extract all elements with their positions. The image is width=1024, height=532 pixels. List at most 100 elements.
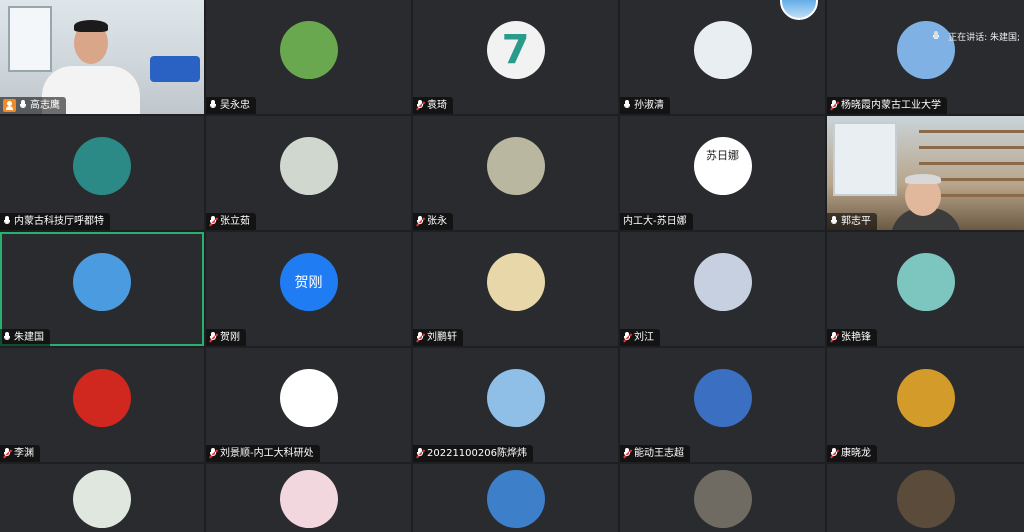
- participant-name: 张永: [427, 216, 447, 227]
- participant-name: 袁琦: [427, 100, 447, 111]
- participant-tile[interactable]: [827, 464, 1024, 532]
- sculpture-avatar: [486, 137, 545, 196]
- number-seven-avatar: 7: [486, 21, 545, 80]
- participant-tile[interactable]: 张立茹: [206, 116, 411, 230]
- microphone-muted-icon: [209, 332, 218, 343]
- participant-name-label: 能动王志超: [620, 445, 690, 462]
- participant-name: 吴永忠: [220, 100, 250, 111]
- microphone-muted-icon: [3, 448, 12, 459]
- participant-name-label: 张艳锋: [827, 329, 877, 346]
- participant-name: 孙淑清: [634, 100, 664, 111]
- bookshelf-board: [919, 130, 1024, 133]
- window: [833, 122, 897, 196]
- participant-tile[interactable]: 高志鹰: [0, 0, 204, 114]
- microphone-muted-icon: [623, 448, 632, 459]
- microphone-muted-icon: [209, 448, 218, 459]
- university-seal-avatar: [279, 369, 338, 428]
- grassland-avatar: [279, 21, 338, 80]
- bookshelf-board: [919, 162, 1024, 165]
- participant-name: 康晓龙: [841, 448, 871, 459]
- participant-name-label: 郭志平: [827, 213, 877, 230]
- pikachu-avatar: [486, 253, 545, 312]
- participant-tile[interactable]: 贺刚 贺刚: [206, 232, 411, 346]
- participant-name: 张艳锋: [841, 332, 871, 343]
- participant-tile[interactable]: 7 袁琦: [413, 0, 618, 114]
- microphone-muted-icon: [623, 332, 632, 343]
- participant-name-label: 杨晓霞内蒙古工业大学: [827, 97, 947, 114]
- sofa: [150, 56, 200, 82]
- microphone-icon: [623, 100, 631, 111]
- participant-tile[interactable]: 20221100206陈烨炜: [413, 348, 618, 462]
- speaking-label: 正在讲话: 朱建国;: [948, 33, 1020, 43]
- microphone-muted-icon: [830, 448, 839, 459]
- participant-tile[interactable]: 刘鹏轩: [413, 232, 618, 346]
- participant-name-label: 吴永忠: [206, 97, 256, 114]
- person-hair: [74, 20, 108, 32]
- text-avatar-avatar: 贺刚: [279, 253, 338, 312]
- microphone-muted-icon: [416, 332, 425, 343]
- participant-tile[interactable]: 刘江: [620, 232, 825, 346]
- participant-name-label: 内蒙古科技厅呼都特: [0, 213, 110, 230]
- speaking-indicator: 正在讲话: 朱建国;: [932, 30, 1020, 43]
- participant-tile[interactable]: 李渊: [0, 348, 204, 462]
- participant-name-label: 张永: [413, 213, 453, 230]
- participant-tile[interactable]: 内蒙古科技厅呼都特: [0, 116, 204, 230]
- participant-tile[interactable]: [206, 464, 411, 532]
- participant-name: 朱建国: [14, 332, 44, 343]
- participant-name-label: 刘鹏轩: [413, 329, 463, 346]
- microphone-icon: [3, 332, 11, 343]
- participant-name-label: 高志鹰: [0, 97, 66, 114]
- boy-cartoon-avatar: [486, 369, 545, 428]
- participant-tile[interactable]: 张永: [413, 116, 618, 230]
- participant-tile[interactable]: 苏日娜 内工大-苏日娜: [620, 116, 825, 230]
- microphone-muted-icon: [830, 332, 839, 343]
- participant-tile[interactable]: 康晓龙: [827, 348, 1024, 462]
- line-girl-avatar: [73, 470, 131, 529]
- participant-name: 张立茹: [220, 216, 250, 227]
- participant-name-label: 内工大-苏日娜: [620, 213, 693, 230]
- participant-tile[interactable]: 张艳锋: [827, 232, 1024, 346]
- participant-tile[interactable]: 刘景顺-内工大科研处: [206, 348, 411, 462]
- participant-name-label: 孙淑清: [620, 97, 670, 114]
- microphone-icon: [932, 31, 940, 42]
- microphone-icon: [19, 100, 27, 111]
- participant-tile[interactable]: 朱建国: [0, 232, 204, 346]
- participant-grid: 高志鹰 吴永忠 7 袁琦 孙淑清 杨晓霞内蒙古工业大学内蒙古科技厅呼都特 张立茹 张永 苏日娜内…: [0, 0, 1024, 532]
- participant-name: 刘鹏轩: [427, 332, 457, 343]
- autumn-trees-avatar: [896, 369, 955, 428]
- boat-avatar: [896, 253, 955, 312]
- smiling-man-avatar: [896, 470, 955, 529]
- participant-name: 内工大-苏日娜: [623, 216, 687, 227]
- host-icon: [3, 99, 16, 112]
- participant-name-label: 刘江: [620, 329, 660, 346]
- participant-tile[interactable]: [620, 464, 825, 532]
- participant-name: 能动王志超: [634, 448, 684, 459]
- family-photo-avatar: [693, 253, 752, 312]
- blossom-avatar: [693, 21, 752, 80]
- participant-name: 贺刚: [220, 332, 240, 343]
- participant-tile[interactable]: 杨晓霞内蒙古工业大学: [827, 0, 1024, 114]
- participant-tile[interactable]: [0, 464, 204, 532]
- microphone-muted-icon: [830, 100, 839, 111]
- participant-name: 20221100206陈烨炜: [427, 448, 527, 459]
- participant-name-label: 贺刚: [206, 329, 246, 346]
- microphone-icon: [830, 216, 838, 227]
- window: [8, 6, 52, 72]
- lake-avatar: [73, 253, 131, 312]
- opera-cartoon-avatar: [73, 369, 131, 428]
- anime-girl-avatar: [279, 470, 338, 529]
- microphone-muted-icon: [209, 216, 218, 227]
- participant-name-label: 康晓龙: [827, 445, 877, 462]
- participant-name: 郭志平: [841, 216, 871, 227]
- bookshelf-board: [919, 146, 1024, 149]
- participant-name-label: 朱建国: [0, 329, 50, 346]
- participant-tile[interactable]: [413, 464, 618, 532]
- participant-name-label: 李渊: [0, 445, 40, 462]
- participant-tile[interactable]: 吴永忠: [206, 0, 411, 114]
- participant-name: 刘景顺-内工大科研处: [220, 448, 314, 459]
- participant-name: 高志鹰: [30, 100, 60, 111]
- blue-sphere-avatar: [693, 369, 752, 428]
- microphone-icon: [209, 100, 217, 111]
- participant-tile[interactable]: 能动王志超: [620, 348, 825, 462]
- participant-tile[interactable]: 郭志平: [827, 116, 1024, 230]
